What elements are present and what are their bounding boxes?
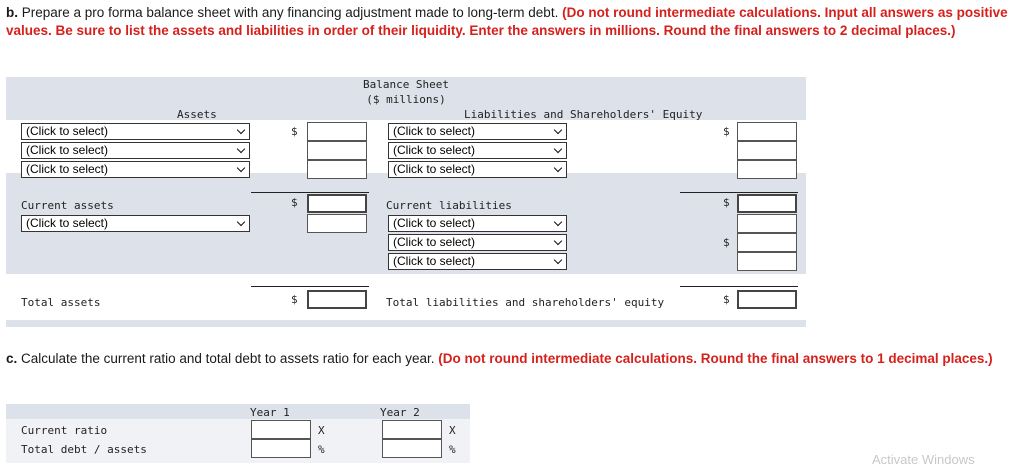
total-liabilities-equity-amount[interactable] [737,290,797,309]
percent-unit: % [449,443,456,456]
liability-select-5-label: (Click to select) [393,235,476,249]
debt-assets-year-2[interactable] [382,439,442,458]
liability-amount-3[interactable] [737,160,797,179]
asset-amount-1[interactable] [307,122,367,141]
part-c-prefix: c. [6,351,18,366]
liability-select-4[interactable]: (Click to select) [388,215,567,232]
asset-select-2-label: (Click to select) [26,143,109,157]
liability-amount-4[interactable] [737,214,797,233]
liability-amount-2[interactable] [737,141,797,160]
subtotal-line [251,192,369,193]
total-liabilities-equity-label: Total liabilities and shareholders' equi… [386,296,665,309]
chevron-down-icon [553,255,563,265]
asset-select-4[interactable]: (Click to select) [21,215,250,232]
asset-select-4-label: (Click to select) [26,216,109,230]
activate-windows-watermark: Activate Windows [872,452,975,467]
chevron-down-icon [236,144,246,154]
currency-symbol: $ [723,293,730,306]
asset-amount-4[interactable] [307,214,367,233]
currency-symbol: $ [723,125,730,138]
debt-assets-label: Total debt / assets [21,443,147,456]
asset-select-1[interactable]: (Click to select) [21,123,250,140]
asset-amount-3[interactable] [307,160,367,179]
percent-unit: % [318,443,325,456]
total-line [251,286,369,287]
chevron-down-icon [553,144,563,154]
liability-select-1-label: (Click to select) [393,124,476,138]
liability-select-4-label: (Click to select) [393,216,476,230]
assets-header: Assets [177,108,217,121]
liability-select-3[interactable]: (Click to select) [388,161,567,178]
chevron-down-icon [236,217,246,227]
asset-select-3[interactable]: (Click to select) [21,161,250,178]
asset-amount-2[interactable] [307,141,367,160]
current-liabilities-label: Current liabilities [386,199,512,212]
chevron-down-icon [236,125,246,135]
total-assets-amount[interactable] [307,290,367,309]
liability-select-2-label: (Click to select) [393,143,476,157]
asset-select-2[interactable]: (Click to select) [21,142,250,159]
subtotal-line [680,192,798,193]
liability-select-6[interactable]: (Click to select) [388,253,567,270]
part-b-prefix: b. [6,5,18,20]
current-assets-label: Current assets [21,199,114,212]
chevron-down-icon [553,217,563,227]
sheet-subtitle: ($ millions) [366,93,446,106]
liability-amount-5[interactable] [737,233,797,252]
currency-symbol: $ [291,293,298,306]
sheet-title: Balance Sheet [362,78,450,91]
liability-select-2[interactable]: (Click to select) [388,142,567,159]
liabilities-equity-header: Liabilities and Shareholders' Equity [464,108,703,121]
part-b-text: Prepare a pro forma balance sheet with a… [21,5,559,20]
current-ratio-year-1[interactable] [251,420,311,439]
currency-symbol: $ [723,196,730,209]
liability-select-6-label: (Click to select) [393,254,476,268]
liability-select-1[interactable]: (Click to select) [388,123,567,140]
part-c-text: Calculate the current ratio and total de… [21,351,435,366]
bottom-band [6,320,806,327]
year-1-header: Year 1 [250,406,290,419]
current-ratio-year-2[interactable] [382,420,442,439]
times-unit: X [449,424,456,437]
asset-select-1-label: (Click to select) [26,124,109,138]
times-unit: X [318,424,325,437]
liability-amount-6[interactable] [737,252,797,271]
debt-assets-year-1[interactable] [251,439,311,458]
part-c-instructions: (Do not round intermediate calculations.… [438,351,993,366]
total-line [680,286,798,287]
chevron-down-icon [236,163,246,173]
part-b-prompt: b. Prepare a pro forma balance sheet wit… [6,4,1016,40]
asset-select-3-label: (Click to select) [26,162,109,176]
current-assets-amount[interactable] [307,194,367,213]
currency-symbol: $ [291,196,298,209]
currency-symbol: $ [291,125,298,138]
chevron-down-icon [553,236,563,246]
chevron-down-icon [553,163,563,173]
current-ratio-label: Current ratio [21,424,108,437]
currency-symbol: $ [723,236,730,249]
year-2-header: Year 2 [380,406,420,419]
part-c-prompt: c. Calculate the current ratio and total… [6,350,1016,368]
liability-select-5[interactable]: (Click to select) [388,234,567,251]
total-assets-label: Total assets [21,296,101,309]
liability-select-3-label: (Click to select) [393,162,476,176]
chevron-down-icon [553,125,563,135]
liability-amount-1[interactable] [737,122,797,141]
current-liabilities-amount[interactable] [737,194,797,213]
